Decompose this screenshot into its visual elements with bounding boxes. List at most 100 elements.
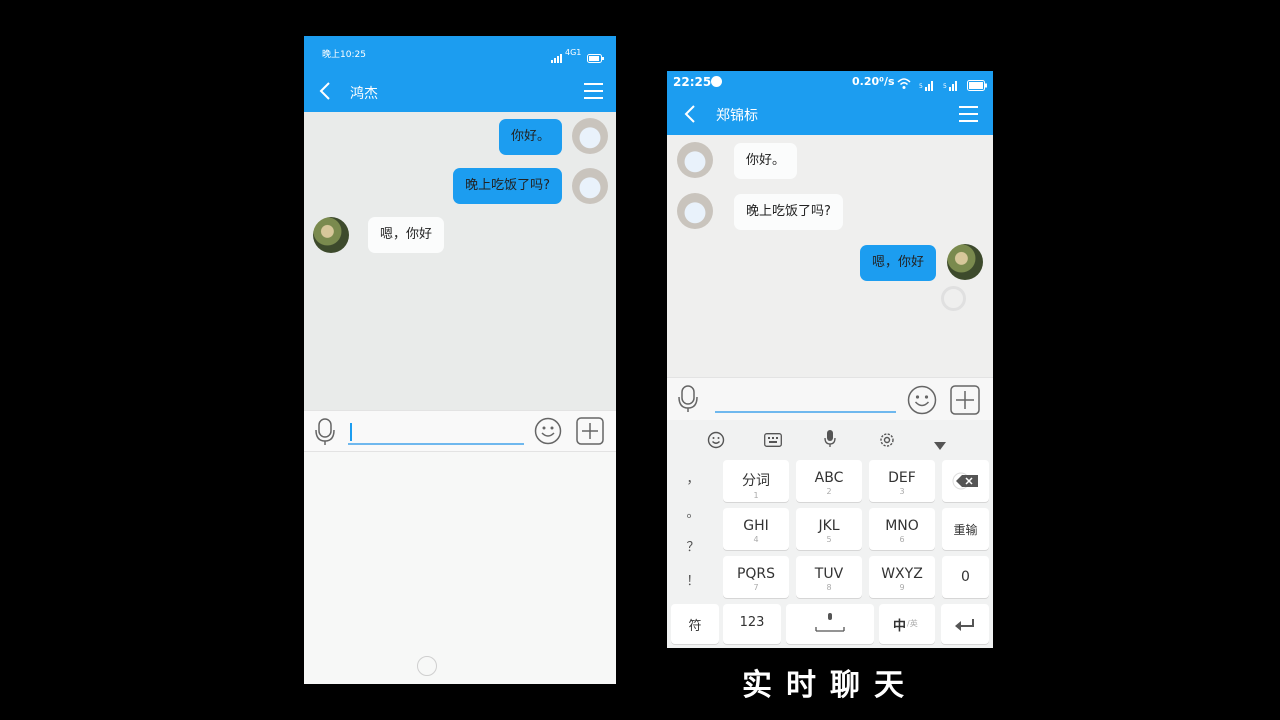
emoji-icon[interactable] bbox=[907, 385, 937, 419]
key-number: 9 bbox=[899, 583, 905, 592]
key-label: 中 bbox=[893, 619, 907, 634]
message-bubble[interactable]: 晚上吃饭了吗? bbox=[734, 194, 843, 230]
sending-spinner bbox=[941, 286, 966, 311]
message-bubble[interactable]: 晚上吃饭了吗? bbox=[453, 168, 562, 204]
message-input[interactable] bbox=[348, 417, 524, 445]
punct-key-comma[interactable]: ， bbox=[667, 468, 719, 492]
avatar[interactable] bbox=[677, 142, 713, 178]
key-4[interactable]: GHI 4 bbox=[723, 508, 789, 550]
status-time: 22:25 bbox=[673, 75, 712, 89]
chat-title: 郑锦标 bbox=[716, 108, 758, 124]
battery-icon bbox=[587, 48, 604, 67]
key-3[interactable]: DEF 3 bbox=[869, 460, 935, 502]
key-label: WXYZ bbox=[881, 566, 923, 582]
key-label: GHI bbox=[743, 518, 769, 534]
settings-gear-icon[interactable] bbox=[878, 431, 896, 453]
avatar[interactable] bbox=[572, 118, 608, 154]
backspace-key[interactable] bbox=[942, 460, 989, 502]
punct-key-exclaim[interactable]: ！ bbox=[667, 570, 719, 594]
ime-keyboard: ， 。 ？ ！ 分词 1 ABC 2 DEF 3 GHI 4 JKL 5 MNO 6 重输 … bbox=[667, 420, 993, 648]
input-bar bbox=[667, 377, 993, 421]
key-9[interactable]: WXYZ 9 bbox=[869, 556, 935, 598]
svg-text:5: 5 bbox=[919, 83, 923, 90]
key-label: 符 bbox=[688, 619, 702, 634]
avatar[interactable] bbox=[313, 217, 349, 253]
back-arrow-icon[interactable] bbox=[683, 104, 697, 128]
key-8[interactable]: TUV 8 bbox=[796, 556, 862, 598]
key-label: JKL bbox=[818, 518, 840, 534]
enter-icon bbox=[955, 617, 975, 636]
app-bar: 郑锦标 bbox=[667, 93, 993, 135]
menu-icon[interactable] bbox=[584, 82, 604, 104]
emoji-icon[interactable] bbox=[534, 417, 562, 449]
symbols-key[interactable]: 符 bbox=[671, 604, 719, 644]
collapse-keyboard-icon[interactable] bbox=[934, 435, 946, 454]
key-0[interactable]: 0 bbox=[942, 556, 989, 598]
avatar[interactable] bbox=[572, 168, 608, 204]
app-bar: 鸿杰 bbox=[304, 70, 616, 112]
menu-icon[interactable] bbox=[959, 105, 979, 127]
keyboard-toolbar bbox=[667, 420, 993, 458]
message-bubble[interactable]: 你好。 bbox=[498, 119, 562, 155]
input-underline bbox=[715, 411, 896, 413]
key-6[interactable]: MNO 6 bbox=[869, 508, 935, 550]
key-label: 0 bbox=[961, 569, 970, 585]
input-underline bbox=[348, 443, 524, 445]
key-number: 2 bbox=[826, 487, 832, 496]
backspace-icon bbox=[952, 472, 980, 494]
language-switch-key[interactable]: 中 /英 bbox=[879, 604, 935, 644]
key-number: 3 bbox=[899, 487, 905, 496]
numbers-key[interactable]: 123 bbox=[723, 604, 781, 644]
key-label: PQRS bbox=[736, 566, 776, 582]
status-bar: 晚上10:25 4G1 bbox=[304, 36, 616, 70]
space-key[interactable] bbox=[786, 604, 874, 644]
key-label: MNO bbox=[885, 518, 919, 534]
network-speed: 0.20⁰/s bbox=[852, 75, 895, 88]
punct-key-question[interactable]: ？ bbox=[667, 536, 719, 560]
plus-icon[interactable] bbox=[950, 385, 980, 419]
left-phone-screen: 晚上10:25 4G1 鸿杰 你好。 晚上吃饭了吗? 嗯，你好 bbox=[304, 36, 616, 684]
home-button[interactable] bbox=[417, 656, 437, 676]
microphone-icon[interactable] bbox=[677, 385, 699, 417]
message-bubble[interactable]: 你好。 bbox=[734, 143, 798, 179]
key-1[interactable]: 分词 1 bbox=[723, 460, 789, 502]
svg-text:5: 5 bbox=[943, 83, 947, 90]
key-number: 6 bbox=[899, 535, 905, 544]
key-number: 4 bbox=[753, 535, 759, 544]
status-time: 晚上10:25 bbox=[322, 50, 366, 60]
enter-key[interactable] bbox=[941, 604, 989, 644]
video-caption: 实时聊天 bbox=[742, 668, 918, 703]
message-bubble[interactable]: 嗯，你好 bbox=[368, 217, 445, 253]
wifi-icon bbox=[897, 75, 911, 94]
message-list[interactable]: 你好。 晚上吃饭了吗? 嗯，你好 bbox=[304, 112, 616, 410]
key-label: 123 bbox=[739, 615, 765, 630]
emoji-icon[interactable] bbox=[707, 431, 725, 453]
key-5[interactable]: JKL 5 bbox=[796, 508, 862, 550]
back-arrow-icon[interactable] bbox=[318, 81, 332, 105]
key-label: TUV bbox=[814, 566, 844, 582]
key-number: 1 bbox=[753, 491, 759, 500]
avatar[interactable] bbox=[947, 244, 983, 280]
status-bar: 22:25 0.20⁰/s 5 5 bbox=[667, 71, 993, 93]
text-cursor bbox=[350, 423, 352, 441]
keyboard-switch-icon[interactable] bbox=[764, 432, 782, 451]
key-label: ABC bbox=[814, 470, 844, 486]
message-list[interactable]: 你好。 晚上吃饭了吗? 嗯，你好 bbox=[667, 135, 993, 377]
plus-icon[interactable] bbox=[576, 417, 604, 449]
message-bubble[interactable]: 嗯，你好 bbox=[859, 245, 936, 281]
key-2[interactable]: ABC 2 bbox=[796, 460, 862, 502]
key-label: 分词 bbox=[742, 473, 770, 489]
voice-input-icon[interactable] bbox=[824, 430, 836, 452]
retype-key[interactable]: 重输 bbox=[942, 508, 989, 550]
key-number: 5 bbox=[826, 535, 832, 544]
avatar[interactable] bbox=[677, 193, 713, 229]
notification-icon bbox=[711, 76, 722, 87]
right-phone-screen: 22:25 0.20⁰/s 5 5 郑锦标 你好。 晚上吃饭了吗? 嗯，你好 ，… bbox=[667, 71, 993, 648]
signal-icon bbox=[551, 48, 563, 67]
message-input[interactable] bbox=[715, 384, 895, 412]
microphone-icon[interactable] bbox=[314, 418, 336, 450]
punct-key-period[interactable]: 。 bbox=[667, 502, 719, 526]
chat-title: 鸿杰 bbox=[350, 86, 378, 102]
key-label: DEF bbox=[888, 470, 916, 486]
key-7[interactable]: PQRS 7 bbox=[723, 556, 789, 598]
